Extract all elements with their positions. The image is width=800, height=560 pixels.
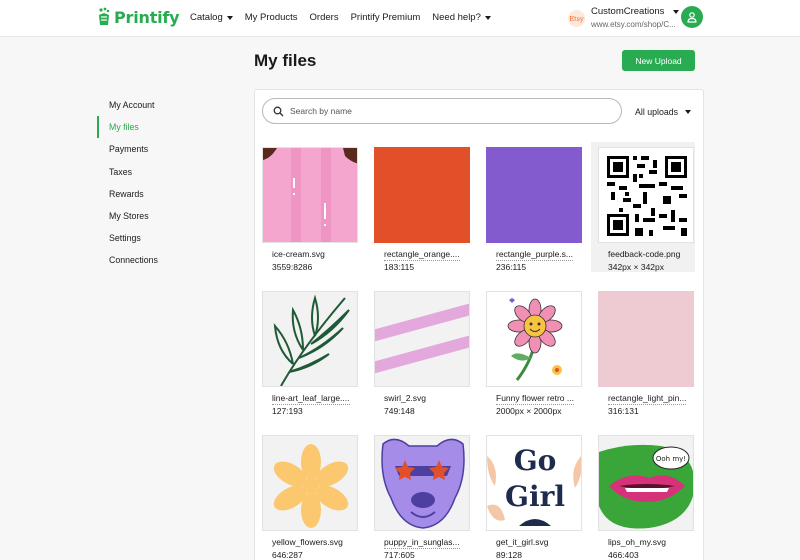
sidebar-item-my-files[interactable]: My files bbox=[97, 116, 237, 139]
file-name: swirl_2.svg bbox=[384, 393, 427, 403]
printify-logo[interactable]: Printify bbox=[97, 7, 180, 27]
chevron-down-icon bbox=[685, 110, 692, 114]
search-input[interactable] bbox=[290, 106, 610, 116]
nav-catalog-label: Catalog bbox=[190, 12, 223, 23]
nav-need-help-label: Need help? bbox=[432, 12, 481, 23]
page-title: My files bbox=[254, 51, 317, 70]
logo-text: Printify bbox=[114, 7, 180, 27]
file-dimensions: 127:193 bbox=[272, 406, 303, 416]
file-card[interactable]: swirl_2.svg 749:148 bbox=[367, 286, 471, 416]
file-name: yellow_flowers.svg bbox=[272, 537, 343, 547]
file-name: rectangle_orange.... bbox=[384, 249, 460, 261]
file-thumbnail bbox=[262, 147, 358, 243]
file-dimensions: 3559:8286 bbox=[272, 262, 313, 272]
file-card[interactable]: ice-cream.svg 3559:8286 bbox=[255, 142, 359, 272]
nav-premium-label: Printify Premium bbox=[350, 12, 421, 23]
store-name-row: CustomCreations bbox=[591, 6, 680, 17]
uploads-filter-dropdown[interactable]: All uploads bbox=[635, 107, 692, 117]
file-card[interactable]: line-art_leaf_large.... 127:193 bbox=[255, 286, 359, 416]
file-name: feedback-code.png bbox=[608, 249, 681, 259]
top-header: Printify Catalog My Products Orders Prin… bbox=[0, 0, 800, 37]
etsy-icon: Etsy bbox=[568, 10, 585, 27]
file-card[interactable]: Go Girl get_it_girl.svg 89:128 bbox=[479, 430, 583, 560]
file-thumbnail bbox=[262, 435, 358, 531]
user-icon bbox=[687, 12, 697, 23]
nav-orders[interactable]: Orders bbox=[310, 12, 339, 23]
file-name: get_it_girl.svg bbox=[496, 537, 549, 547]
filter-label: All uploads bbox=[635, 107, 679, 117]
nav-my-products-label: My Products bbox=[244, 12, 298, 23]
sidebar-item-connections[interactable]: Connections bbox=[97, 249, 237, 271]
nav-catalog[interactable]: Catalog bbox=[190, 12, 233, 23]
chevron-down-icon bbox=[226, 15, 233, 20]
search-icon bbox=[273, 106, 284, 116]
file-name: line-art_leaf_large.... bbox=[272, 393, 350, 405]
file-card[interactable]: yellow_flowers.svg 646:287 bbox=[255, 430, 359, 560]
account-avatar[interactable] bbox=[681, 6, 703, 28]
nav-orders-label: Orders bbox=[309, 12, 339, 23]
file-thumbnail bbox=[374, 435, 470, 531]
file-dimensions: 342px × 342px bbox=[608, 262, 665, 272]
file-thumbnail: Go Girl bbox=[486, 435, 582, 531]
printify-logo-icon bbox=[99, 7, 110, 25]
qr-code-image bbox=[599, 148, 693, 242]
file-card[interactable]: rectangle_purple.s... 236:115 bbox=[479, 142, 583, 272]
file-name: rectangle_light_pin... bbox=[608, 393, 687, 405]
file-card[interactable]: rectangle_light_pin... 316:131 bbox=[591, 286, 695, 416]
sidebar-item-taxes[interactable]: Taxes bbox=[97, 161, 237, 183]
file-thumbnail bbox=[262, 291, 358, 387]
girl-thumb-line2: Girl bbox=[505, 480, 565, 513]
search-box[interactable] bbox=[262, 98, 622, 124]
sidebar-item-settings[interactable]: Settings bbox=[97, 227, 237, 249]
file-thumbnail bbox=[486, 291, 582, 387]
store-name: CustomCreations bbox=[591, 6, 665, 17]
sidebar-item-my-account[interactable]: My Account bbox=[97, 94, 237, 116]
file-dimensions: 236:115 bbox=[496, 262, 527, 272]
file-card[interactable]: rectangle_orange.... 183:115 bbox=[367, 142, 471, 272]
file-name: ice-cream.svg bbox=[272, 249, 325, 259]
file-card[interactable]: Ooh my! lips_oh_my.svg 466:403 bbox=[591, 430, 695, 560]
file-dimensions: 749:148 bbox=[384, 406, 415, 416]
file-name: Funny flower retro ... bbox=[496, 393, 574, 405]
store-url: www.etsy.com/shop/C... bbox=[591, 20, 676, 29]
lips-bubble-text: Ooh my! bbox=[656, 455, 686, 463]
sidebar-item-my-stores[interactable]: My Stores bbox=[97, 205, 237, 227]
file-name: lips_oh_my.svg bbox=[608, 537, 666, 547]
file-thumbnail bbox=[374, 291, 470, 387]
chevron-down-icon bbox=[673, 9, 680, 14]
file-dimensions: 2000px × 2000px bbox=[496, 406, 562, 416]
file-thumbnail bbox=[486, 147, 582, 243]
store-switcher[interactable]: Etsy CustomCreations www.etsy.com/shop/C… bbox=[568, 6, 680, 29]
file-thumbnail bbox=[598, 291, 694, 387]
store-info: CustomCreations www.etsy.com/shop/C... bbox=[591, 6, 680, 29]
file-thumbnail: Ooh my! bbox=[598, 435, 694, 531]
files-panel: All uploads ice-cream.svg 3559:8286 bbox=[254, 89, 704, 560]
chevron-down-icon bbox=[484, 15, 491, 20]
file-dimensions: 646:287 bbox=[272, 550, 303, 560]
sidebar-item-payments[interactable]: Payments bbox=[97, 138, 237, 160]
girl-thumb-line1: Go bbox=[514, 444, 557, 477]
nav-my-products[interactable]: My Products bbox=[245, 12, 298, 23]
file-dimensions: 316:131 bbox=[608, 406, 639, 416]
file-name: rectangle_purple.s... bbox=[496, 249, 574, 261]
file-thumbnail bbox=[598, 147, 694, 243]
file-dimensions: 466:403 bbox=[608, 550, 639, 560]
file-dimensions: 183:115 bbox=[384, 262, 415, 272]
file-name: puppy_in_sunglas... bbox=[384, 537, 460, 549]
file-card[interactable]: Funny flower retro ... 2000px × 2000px bbox=[479, 286, 583, 416]
main-nav: Catalog My Products Orders Printify Prem… bbox=[190, 12, 503, 23]
file-thumbnail bbox=[374, 147, 470, 243]
nav-printify-premium[interactable]: Printify Premium bbox=[351, 12, 421, 23]
file-card[interactable]: puppy_in_sunglas... 717:605 bbox=[367, 430, 471, 560]
account-sidebar: My Account My files Payments Taxes Rewar… bbox=[97, 94, 237, 272]
sidebar-item-rewards[interactable]: Rewards bbox=[97, 183, 237, 205]
new-upload-button[interactable]: New Upload bbox=[622, 50, 695, 71]
nav-need-help[interactable]: Need help? bbox=[432, 12, 491, 23]
file-dimensions: 89:128 bbox=[496, 550, 522, 560]
file-dimensions: 717:605 bbox=[384, 550, 415, 560]
file-card[interactable]: feedback-code.png 342px × 342px bbox=[591, 142, 695, 272]
